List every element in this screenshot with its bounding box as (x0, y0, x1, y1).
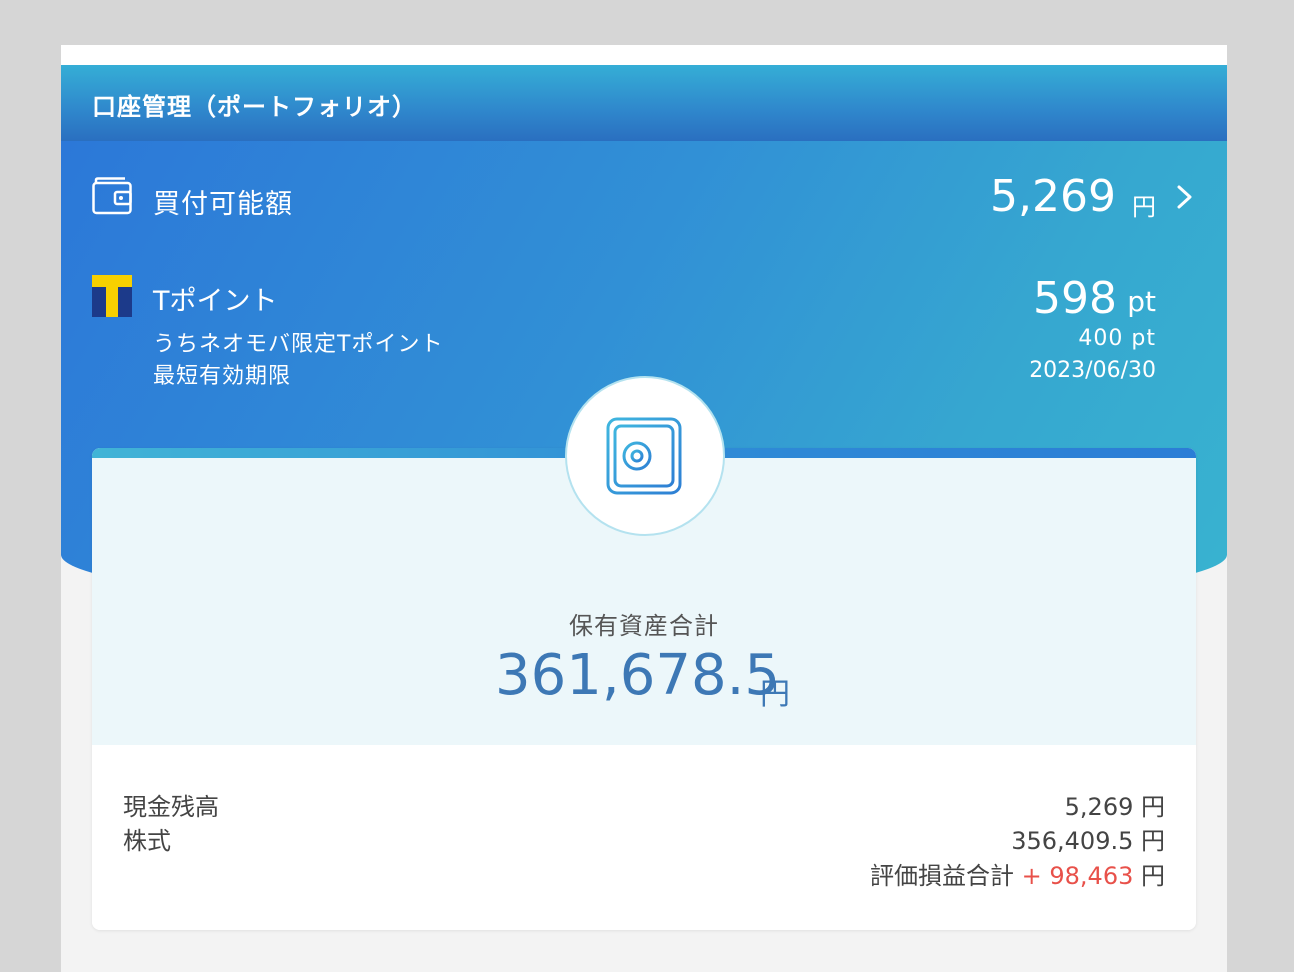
buying-power-row[interactable]: 買付可能額 5,269 円 (92, 171, 1196, 227)
tpoint-expiry-date: 2023/06/30 (1029, 358, 1156, 383)
stock-label: 株式 (123, 827, 171, 855)
profit-loss-value: 98,463 (1049, 862, 1134, 890)
profit-loss-row: 評価損益合計 + 98,463 円 (870, 856, 1165, 891)
buying-power-value: 5,269 (990, 171, 1116, 222)
total-assets-label: 保有資産合計 (569, 612, 719, 640)
page-title: 口座管理（ポートフォリオ） (92, 93, 417, 121)
tpoint-expiry-label: 最短有効期限 (153, 364, 292, 389)
chevron-right-icon[interactable] (1172, 184, 1196, 210)
total-assets-value: 361,678.5 (495, 643, 781, 708)
tpoint-unit: pt (1127, 285, 1156, 318)
top-spacer (61, 45, 1227, 65)
tpoint-limited-label: うちネオモバ限定Tポイント (153, 332, 444, 357)
tpoint-logo-icon (92, 275, 132, 317)
total-assets-unit: 円 (760, 677, 790, 712)
profit-loss-label: 評価損益合計 (869, 862, 1014, 890)
stock-value: 356,409.5 円 (1011, 827, 1165, 855)
assets-breakdown: 現金残高 5,269 円 株式 356,409.5 円 評価損益合計 + 98,… (92, 745, 1196, 930)
safe-badge (565, 376, 725, 536)
cash-balance-value: 5,269 円 (1064, 793, 1165, 821)
buying-power-unit: 円 (1132, 193, 1156, 221)
tpoint-limited-value: 400 pt (1078, 326, 1156, 351)
tpoint-value: 598 (1033, 273, 1117, 324)
profit-loss-unit: 円 (1141, 862, 1165, 890)
portfolio-panel: 口座管理（ポートフォリオ） 買付可能額 5,269 円 Tポイント うちネオモバ… (61, 45, 1227, 972)
wallet-icon (92, 177, 132, 215)
tpoint-label: Tポイント (153, 286, 278, 317)
safe-icon (606, 417, 682, 495)
buying-power-label: 買付可能額 (153, 189, 293, 220)
cash-balance-label: 現金残高 (123, 793, 219, 821)
panel-header: 口座管理（ポートフォリオ） (61, 65, 1227, 141)
profit-loss-sign: + (1021, 862, 1042, 890)
